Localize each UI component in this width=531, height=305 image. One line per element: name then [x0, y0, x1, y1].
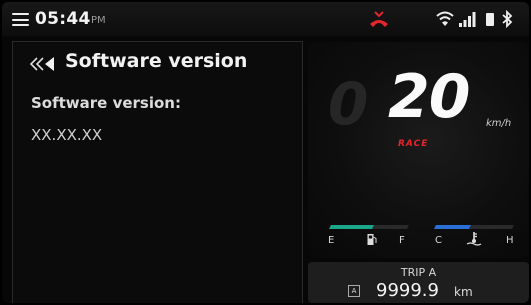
trip-badge: A — [348, 285, 360, 297]
temp-cold-label: C — [435, 235, 442, 246]
fuel-gauge-bar — [329, 225, 409, 229]
fuel-empty-label: E — [328, 235, 335, 246]
fuel-gauge-fill — [329, 225, 374, 229]
coolant-temp-icon — [466, 232, 482, 246]
menu-icon[interactable] — [12, 13, 29, 26]
missed-call-icon — [370, 11, 388, 27]
software-version-value: XX.XX.XX — [31, 126, 103, 144]
instrument-screen: 05:44 PM Software version Software versi… — [2, 2, 529, 303]
speedometer-panel: 0 20 km/h RACE E F C H — [308, 42, 529, 258]
bluetooth-icon — [502, 10, 513, 28]
temp-gauge-fill — [434, 225, 472, 229]
battery-icon — [486, 13, 494, 26]
riding-mode: RACE — [398, 139, 429, 149]
speed-value: 20 — [388, 62, 470, 132]
clock-time: 05:44 — [35, 9, 91, 29]
ghost-digit: 0 — [328, 70, 369, 138]
fuel-pump-icon — [367, 234, 377, 245]
status-bar: 05:44 PM — [2, 2, 529, 36]
software-version-label: Software version: — [31, 94, 181, 112]
trip-label: TRIP A — [400, 266, 437, 279]
fuel-full-label: F — [399, 235, 405, 246]
temp-hot-label: H — [506, 235, 514, 246]
temp-gauge-bar — [434, 225, 514, 229]
speed-unit: km/h — [486, 118, 512, 129]
wifi-icon — [436, 11, 454, 26]
trip-unit: km — [454, 285, 473, 299]
back-icon[interactable] — [30, 56, 56, 72]
clock-ampm: PM — [91, 15, 106, 26]
software-version-panel: Software version Software version: XX.XX… — [12, 41, 303, 303]
signal-icon — [459, 12, 476, 27]
panel-title: Software version — [65, 50, 248, 72]
trip-meter: TRIP A A 9999.9 km — [308, 262, 529, 303]
trip-value: 9999.9 — [376, 280, 439, 301]
